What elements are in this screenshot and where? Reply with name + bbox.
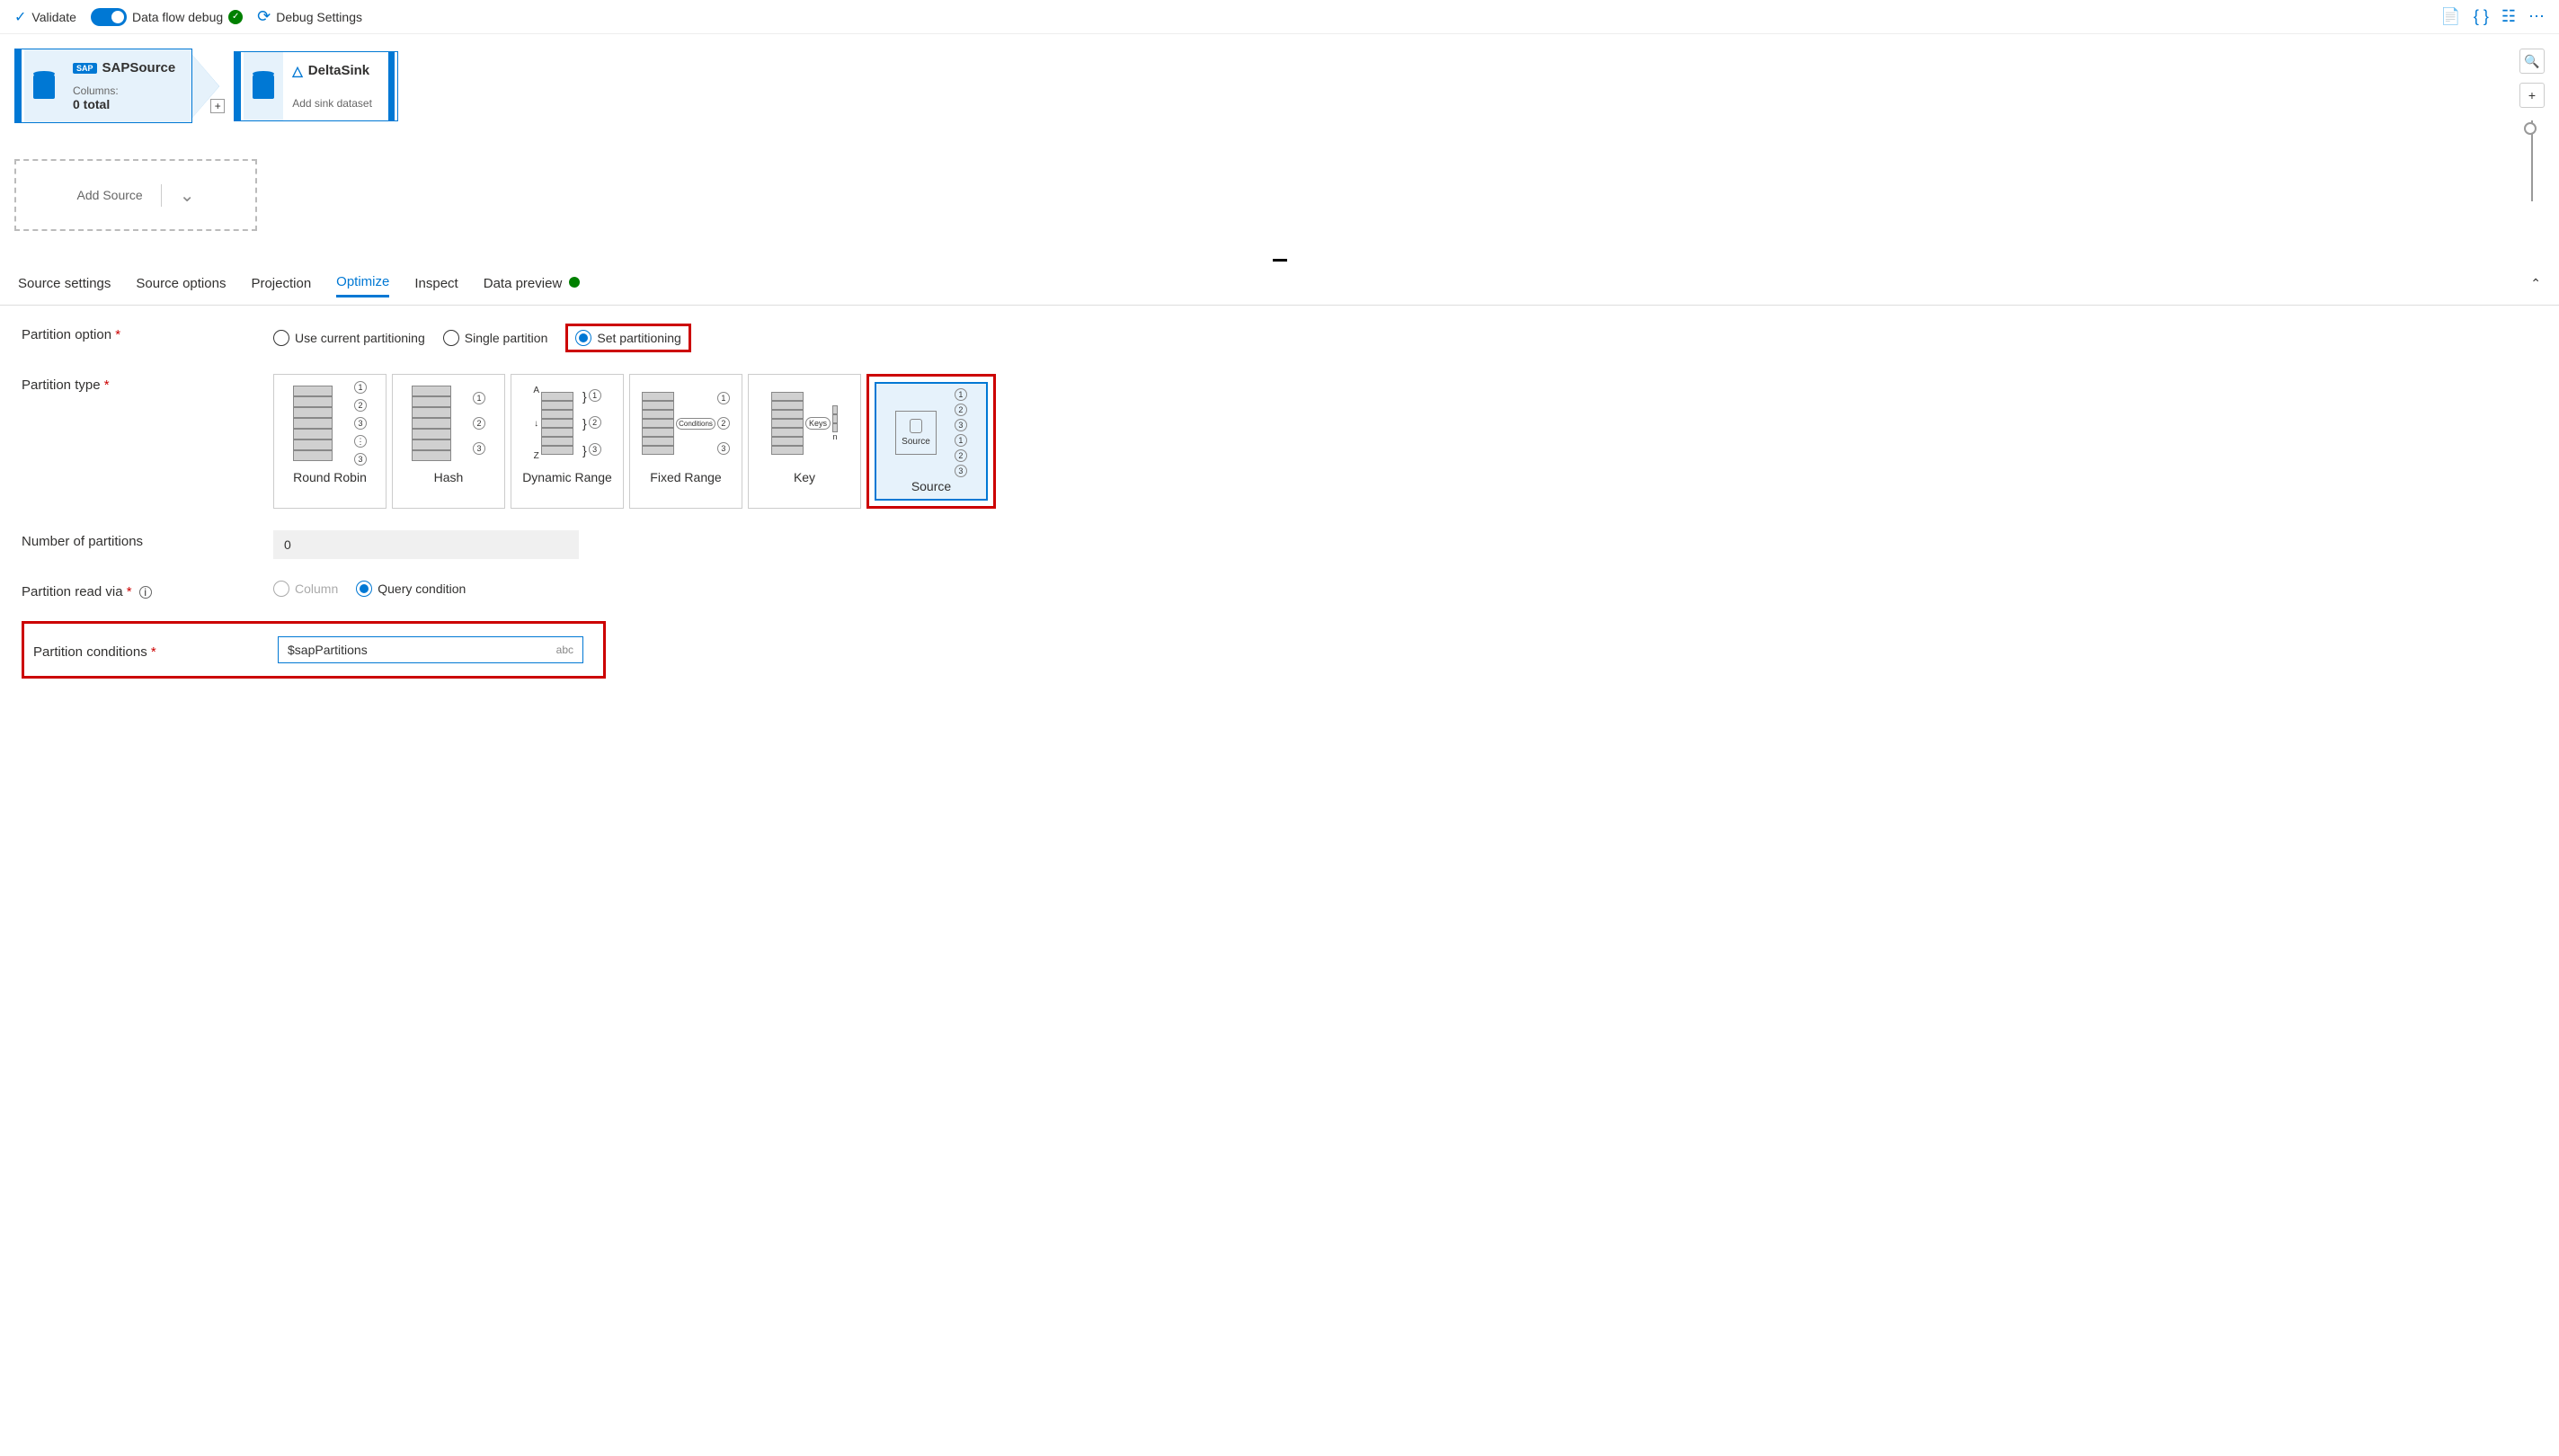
- partition-option-label: Partition option *: [22, 324, 273, 342]
- validate-button[interactable]: ✓ Validate: [14, 8, 76, 26]
- num-partitions-label: Number of partitions: [22, 530, 273, 549]
- properties-icon[interactable]: ☷: [2501, 7, 2516, 26]
- code-icon[interactable]: { }: [2474, 7, 2489, 26]
- ptype-source[interactable]: Source123123 Source: [875, 382, 988, 501]
- flow-canvas: 🔍 + SAP SAPSource Columns: 0 total +: [0, 34, 2559, 259]
- num-partitions-input[interactable]: 0: [273, 530, 579, 559]
- sink-subtitle: Add sink dataset: [292, 97, 372, 110]
- preview-status-dot: [569, 277, 580, 288]
- sap-icon: SAP: [73, 63, 97, 74]
- database-icon: [253, 74, 274, 99]
- partition-conditions-label: Partition conditions *: [33, 641, 278, 660]
- script-icon[interactable]: 📄: [2440, 7, 2460, 26]
- settings-icon: ⟳: [257, 7, 271, 26]
- source-columns-label: Columns:: [73, 84, 175, 97]
- collapse-panel-button[interactable]: ⌃: [2530, 276, 2541, 291]
- sink-node-title: DeltaSink: [308, 63, 369, 78]
- ptype-dynamic-range[interactable]: A↓Z}1}2}3 Dynamic Range: [511, 374, 624, 509]
- debug-settings-label: Debug Settings: [276, 10, 362, 24]
- debug-label: Data flow debug: [132, 10, 223, 24]
- source-columns-value: 0 total: [73, 97, 175, 111]
- optimize-panel: Partition option * Use current partition…: [0, 306, 2559, 697]
- zoom-in-button[interactable]: +: [2519, 83, 2545, 108]
- ptype-fixed-range[interactable]: Conditions123 Fixed Range: [629, 374, 742, 509]
- more-icon[interactable]: ⋯: [2528, 7, 2545, 26]
- search-canvas-button[interactable]: 🔍: [2519, 49, 2545, 74]
- ptype-hash[interactable]: 123 Hash: [392, 374, 505, 509]
- partition-conditions-input[interactable]: $sapPartitions abc: [278, 636, 583, 663]
- tab-projection[interactable]: Projection: [251, 271, 311, 297]
- debug-toggle[interactable]: [91, 8, 127, 26]
- database-icon: [33, 74, 55, 99]
- zoom-slider[interactable]: [2531, 120, 2533, 201]
- add-source-label: Add Source: [77, 188, 143, 202]
- ptype-round-robin[interactable]: 123⋮3 Round Robin: [273, 374, 387, 509]
- check-icon: ✓: [14, 8, 26, 26]
- validate-label: Validate: [31, 10, 76, 24]
- tab-source-options[interactable]: Source options: [136, 271, 226, 297]
- partition-type-label: Partition type *: [22, 374, 273, 393]
- source-node[interactable]: SAP SAPSource Columns: 0 total: [14, 49, 192, 123]
- tab-source-settings[interactable]: Source settings: [18, 271, 111, 297]
- expression-type-badge: abc: [556, 644, 573, 656]
- radio-single-partition[interactable]: Single partition: [443, 330, 548, 346]
- toolbar: ✓ Validate Data flow debug ✓ ⟳ Debug Set…: [0, 0, 2559, 34]
- chevron-down-icon: ⌄: [161, 184, 195, 207]
- flow-connector: [192, 55, 219, 118]
- ptype-key[interactable]: Keysn Key: [748, 374, 861, 509]
- radio-set-partitioning[interactable]: Set partitioning: [575, 330, 680, 346]
- add-source-button[interactable]: Add Source ⌄: [14, 159, 257, 231]
- tab-inspect[interactable]: Inspect: [414, 271, 458, 297]
- source-node-title: SAPSource: [102, 60, 176, 75]
- partition-read-via-label: Partition read via * i: [22, 581, 273, 599]
- radio-column: Column: [273, 581, 338, 597]
- debug-toggle-group: Data flow debug ✓: [91, 8, 243, 26]
- radio-use-current[interactable]: Use current partitioning: [273, 330, 425, 346]
- sink-node[interactable]: △ DeltaSink Add sink dataset: [234, 51, 398, 121]
- radio-query-condition[interactable]: Query condition: [356, 581, 466, 597]
- debug-settings-button[interactable]: ⟳ Debug Settings: [257, 7, 362, 26]
- tab-data-preview[interactable]: Data preview: [484, 271, 581, 297]
- tab-optimize[interactable]: Optimize: [336, 269, 389, 297]
- info-icon[interactable]: i: [139, 586, 152, 599]
- canvas-tools: 🔍 +: [2519, 49, 2545, 201]
- debug-status-icon: ✓: [228, 10, 243, 24]
- panel-tabs: Source settings Source options Projectio…: [0, 262, 2559, 306]
- delta-icon: △: [292, 63, 303, 79]
